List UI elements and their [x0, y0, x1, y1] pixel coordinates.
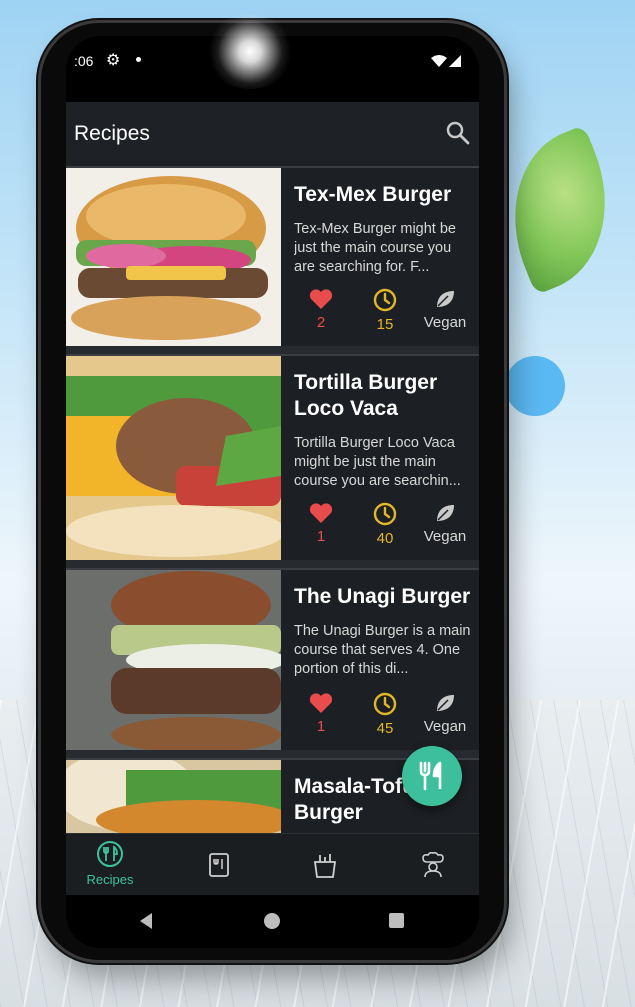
phone-screen: :06 ⚙ Recipes Tex-Mex Burger Tex-Mex Bur… [66, 36, 479, 948]
minutes-count: 40 [376, 530, 394, 547]
blue-dot-decoration [505, 356, 565, 416]
gear-icon: ⚙ [106, 52, 121, 69]
recipe-description: Tortilla Burger Loco Vaca might be just … [294, 435, 461, 489]
diet-label: Vegan [423, 314, 467, 331]
recipe-description: Tex-Mex Burger might be just the main co… [294, 221, 456, 275]
minutes-count: 45 [376, 720, 394, 737]
recipe-image [66, 760, 281, 833]
favorites-icon [209, 853, 229, 877]
likes-count: 1 [316, 528, 326, 545]
bottom-navigation: Recipes [66, 833, 479, 895]
likes-stat: 1 [286, 692, 356, 735]
status-time: :06 [74, 53, 94, 69]
lens-flare-decoration [205, 14, 295, 89]
notification-dot-icon [136, 57, 141, 62]
recipe-title: Tex-Mex Burger [294, 183, 452, 206]
recipe-list: Tex-Mex Burger Tex-Mex Burger might be j… [66, 166, 479, 833]
nav-label-recipes: Recipes [86, 872, 134, 887]
nav-item-recipes[interactable]: Recipes [66, 834, 160, 896]
nav-item-favorites[interactable] [169, 834, 269, 896]
signal-icon [431, 54, 463, 71]
heart-icon [309, 503, 333, 523]
restaurant-icon [419, 761, 442, 791]
search-icon[interactable] [445, 120, 471, 146]
leaf-icon [437, 695, 454, 711]
leaf-icon [437, 291, 454, 307]
heart-icon [309, 289, 333, 309]
recipe-stats: 1 45 Vegan [281, 692, 479, 742]
food-joke-fab-button[interactable] [402, 746, 462, 806]
recipe-description: The Unagi Burger is a main course that s… [294, 623, 471, 677]
nav-item-chef[interactable] [383, 834, 479, 896]
vegan-stat: Vegan [410, 502, 479, 545]
diet-label: Vegan [423, 718, 467, 735]
nav-item-food-joke[interactable] [275, 834, 375, 896]
diet-label: Vegan [423, 528, 467, 545]
likes-count: 1 [316, 718, 326, 735]
recipe-card[interactable]: Tortilla Burger Loco Vaca Tortilla Burge… [66, 354, 479, 560]
recipe-image [66, 570, 281, 750]
likes-stat: 2 [286, 288, 356, 331]
clock-icon [373, 502, 397, 526]
recipe-card[interactable]: Tex-Mex Burger Tex-Mex Burger might be j… [66, 166, 479, 346]
food-joke-icon [313, 854, 337, 878]
page-title: Recipes [74, 122, 150, 145]
recipe-stats: 2 15 Vegan [281, 288, 479, 338]
recipe-title: Tortilla Burger Loco Vaca [294, 371, 438, 420]
clock-icon [373, 692, 397, 716]
recipes-icon [97, 841, 123, 867]
likes-count: 2 [316, 314, 326, 331]
back-icon[interactable] [140, 913, 152, 929]
leaf-icon [437, 505, 454, 521]
recents-icon[interactable] [389, 913, 404, 928]
heart-icon [309, 693, 333, 713]
recipe-image [66, 356, 281, 560]
likes-stat: 1 [286, 502, 356, 545]
app-bar: Recipes [66, 102, 479, 166]
clock-icon [373, 288, 397, 312]
home-icon[interactable] [264, 913, 280, 929]
recipe-card[interactable]: The Unagi Burger The Unagi Burger is a m… [66, 568, 479, 750]
recipe-image [66, 168, 281, 346]
minutes-count: 15 [376, 316, 394, 333]
recipe-stats: 1 40 Vegan [281, 502, 479, 552]
recipe-title: The Unagi Burger [294, 585, 471, 608]
vegan-stat: Vegan [410, 288, 479, 331]
vegan-stat: Vegan [410, 692, 479, 735]
chef-icon [422, 852, 444, 878]
system-navigation-bar [66, 895, 479, 948]
